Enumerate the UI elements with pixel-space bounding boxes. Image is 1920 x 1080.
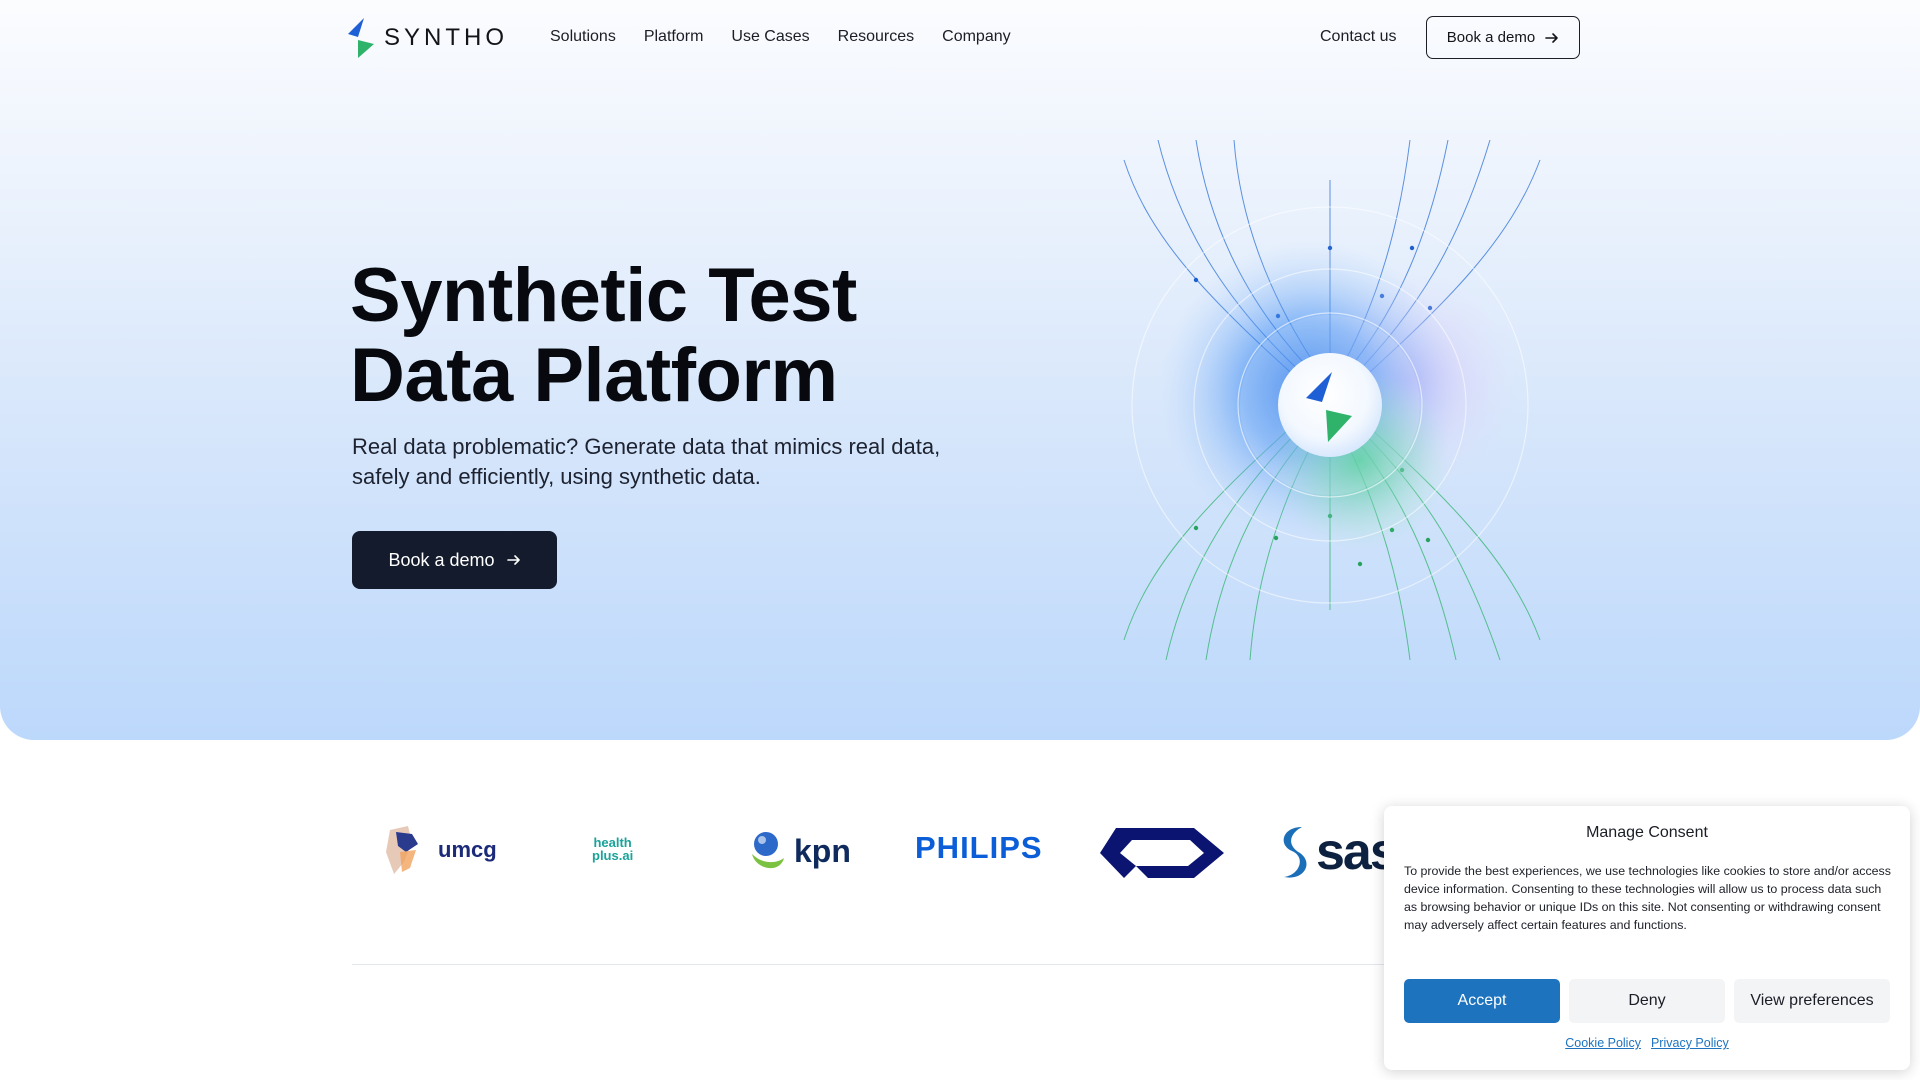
privacy-policy-link[interactable]: Privacy Policy xyxy=(1651,1036,1729,1050)
hero-book-demo-button[interactable]: Book a demo xyxy=(352,531,557,589)
top-nav: SYNTHO Solutions Platform Use Cases Reso… xyxy=(0,0,1920,76)
logo-umcg: umcg xyxy=(382,822,497,878)
syntho-logo[interactable]: SYNTHO xyxy=(346,18,508,58)
nav-book-demo-button[interactable]: Book a demo xyxy=(1426,16,1580,59)
umcg-text: umcg xyxy=(438,837,497,862)
hero-subtitle-line2: safely and efficiently, using synthetic … xyxy=(352,464,761,489)
hero-subtitle: Real data problematic? Generate data tha… xyxy=(352,432,992,492)
nav-link-use-cases[interactable]: Use Cases xyxy=(731,28,809,46)
kpn-text: kpn xyxy=(794,832,851,869)
arrow-right-icon xyxy=(506,555,520,565)
logo-kpn: kpn xyxy=(746,828,851,874)
nav-link-company[interactable]: Company xyxy=(942,28,1010,46)
contact-link[interactable]: Contact us xyxy=(1320,28,1396,46)
hero-orb-illustration xyxy=(1123,140,1541,660)
nav-links: Solutions Platform Use Cases Resources C… xyxy=(550,28,1011,46)
healthplus-line2: plus.ai xyxy=(592,848,634,863)
cookie-policy-link[interactable]: Cookie Policy xyxy=(1565,1036,1641,1050)
nav-link-solutions[interactable]: Solutions xyxy=(550,28,616,46)
sas-emblem-icon xyxy=(1283,827,1307,878)
hero-book-demo-label: Book a demo xyxy=(388,549,495,570)
hero-title: Synthetic Test Data Platform xyxy=(350,256,1050,416)
ns-emblem-icon xyxy=(1100,828,1224,878)
cookie-consent-dialog: Manage Consent To provide the best exper… xyxy=(1384,806,1910,1070)
consent-policy-links: Cookie Policy Privacy Policy xyxy=(1384,1036,1910,1050)
consent-accept-button[interactable]: Accept xyxy=(1404,979,1560,1023)
consent-deny-button[interactable]: Deny xyxy=(1569,979,1725,1023)
hero-title-line2: Data Platform xyxy=(350,333,838,418)
nav-link-platform[interactable]: Platform xyxy=(644,28,704,46)
logo-sas: sas xyxy=(1274,822,1399,882)
client-logos: umcg health plus.ai kpn PHILIPS sas xyxy=(352,800,1452,910)
philips-text: PHILIPS xyxy=(915,830,1043,865)
logos-divider xyxy=(352,964,1452,965)
hero-section: SYNTHO Solutions Platform Use Cases Reso… xyxy=(0,0,1920,740)
hero-subtitle-line1: Real data problematic? Generate data tha… xyxy=(352,434,941,459)
nav-book-demo-label: Book a demo xyxy=(1446,29,1536,46)
logo-healthplus: health plus.ai xyxy=(592,836,633,862)
consent-body: To provide the best experiences, we use … xyxy=(1404,864,1891,932)
nav-link-resources[interactable]: Resources xyxy=(838,28,914,46)
hero-title-line1: Synthetic Test xyxy=(350,253,857,338)
syntho-logo-icon xyxy=(348,18,374,58)
consent-preferences-button[interactable]: View preferences xyxy=(1734,979,1890,1023)
umcg-emblem-icon xyxy=(386,826,418,874)
kpn-emblem-icon xyxy=(752,832,784,869)
logo-philips: PHILIPS xyxy=(915,830,1043,866)
logo-text: SYNTHO xyxy=(384,24,509,51)
consent-title: Manage Consent xyxy=(1586,824,1708,841)
arrow-right-icon xyxy=(1545,32,1558,43)
logo-ns xyxy=(1098,826,1226,880)
